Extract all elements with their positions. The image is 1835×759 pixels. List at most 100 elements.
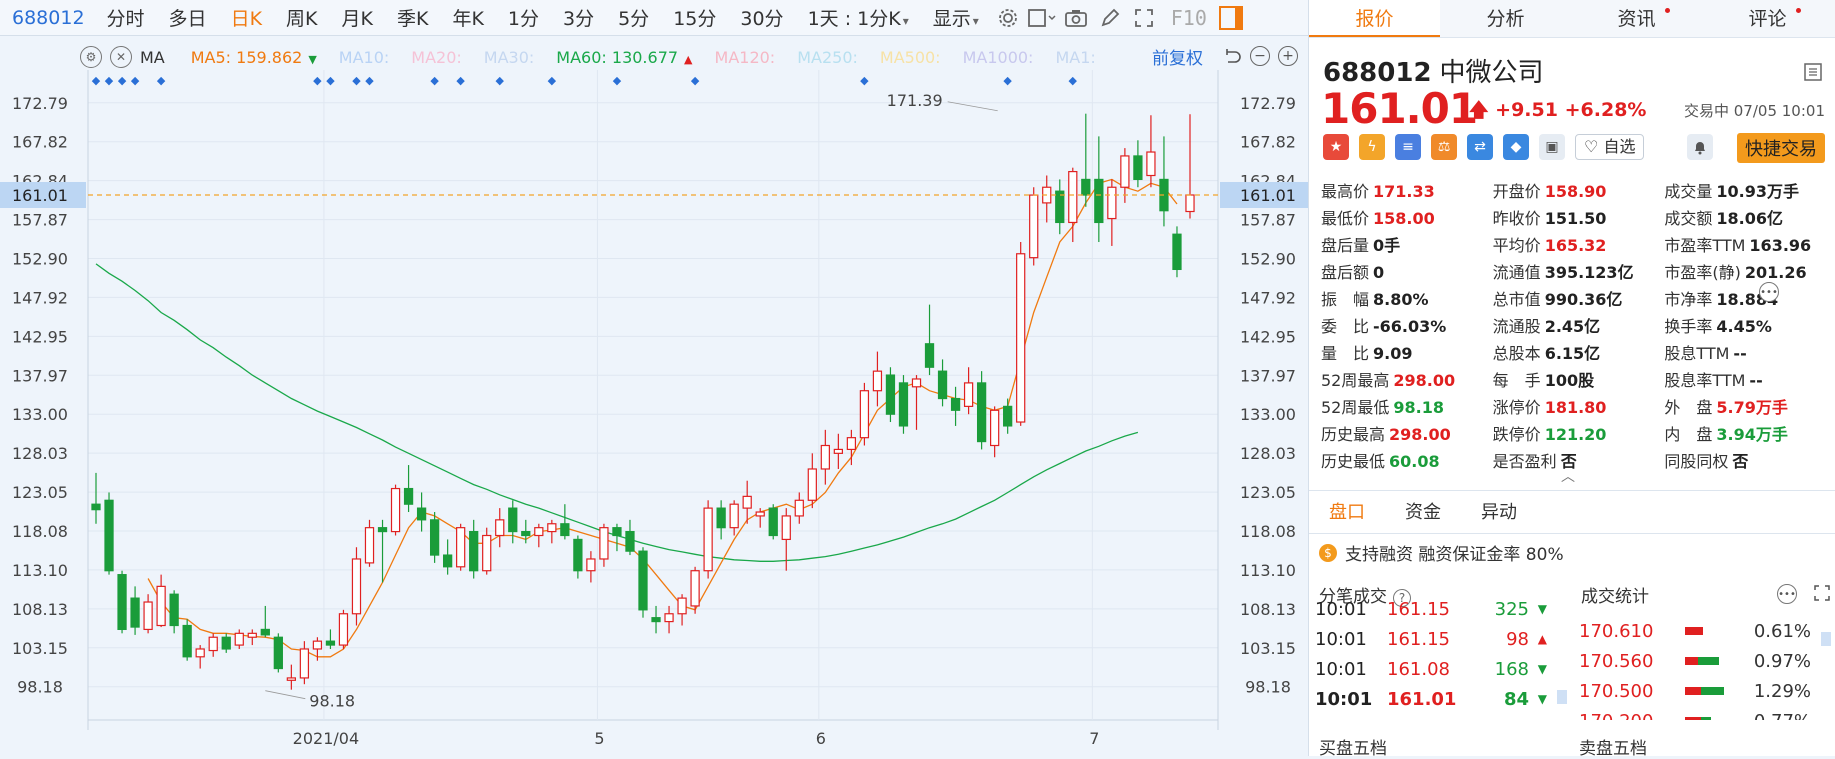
ma-legend-label: MA120: — [714, 47, 776, 67]
period-tab-8[interactable]: 3分 — [551, 4, 606, 31]
stats-scrollbar[interactable] — [1821, 632, 1831, 646]
quote-value: 151.50 — [1544, 208, 1607, 228]
quote-label: 同股同权 — [1664, 451, 1729, 471]
ma-legend-item-5: MA120: — [715, 48, 776, 67]
panel-tab-3[interactable]: 评论 — [1702, 0, 1833, 37]
candle-body — [1003, 405, 1013, 427]
candle-body — [143, 601, 153, 631]
collapse-chevron-icon[interactable]: ︿ — [1561, 466, 1575, 486]
quote-value: 298.00 — [1389, 424, 1451, 444]
candle-body — [429, 519, 440, 556]
period-tab-5[interactable]: 季K — [385, 4, 440, 31]
period-tab-7[interactable]: 1分 — [496, 4, 551, 31]
period-tab-2[interactable]: 日K — [219, 4, 274, 31]
period-tab-0[interactable]: 分时 — [95, 4, 157, 31]
zoom-in-icon[interactable]: + — [1278, 46, 1298, 66]
tick-scrollbar[interactable] — [1557, 690, 1567, 704]
more-options-icon[interactable]: ••• — [1777, 584, 1797, 604]
period-tab-6[interactable]: 年K — [440, 4, 495, 31]
display-menu[interactable]: 显示 ▾ — [921, 4, 991, 31]
quote-cell: 盘后额 0 — [1321, 259, 1493, 283]
period-tab-9[interactable]: 5分 — [606, 4, 661, 31]
current-price-label-right: 161.01 — [1240, 186, 1296, 205]
panel-tab-0[interactable]: 报价 — [1309, 0, 1440, 37]
china-flag-icon[interactable]: ★ — [1323, 134, 1349, 160]
database-icon[interactable]: ≡ — [1395, 134, 1421, 160]
settings-icon[interactable]: ⚙ — [80, 46, 102, 68]
expand-icon[interactable] — [1813, 584, 1831, 606]
add-watchlist-button[interactable]: ♡ 自选 — [1575, 134, 1645, 160]
f10-button[interactable]: F10 — [1171, 6, 1207, 30]
period-tab-10[interactable]: 15分 — [661, 4, 728, 31]
quote-grid: 最高价 171.33 开盘价 158.90 成交量 10.93万手 最低价 158.00 昨收价… — [1321, 176, 1835, 473]
candle-body — [182, 624, 192, 658]
stat-percent: 0.61% — [1753, 620, 1811, 642]
kline-chart[interactable]: ◆ ◆ ◆ ◆ ◆ ◆ ◆ ◆ ◆ ◆ ◆ ◆ ◆ ◆ ◆ ◆ ◆ ◆ 172.79 172.79 167.82 167.… — [0, 70, 1308, 756]
shuffle-icon[interactable]: ⇄ — [1467, 134, 1493, 160]
fullscreen-icon[interactable] — [1129, 3, 1159, 33]
quote-label: 52周最高 — [1321, 370, 1390, 390]
panel-tab-2[interactable]: 资讯 — [1571, 0, 1702, 37]
quote-cell: 开盘价 158.90 — [1493, 178, 1665, 202]
tick-list[interactable]: 10:01 161.15 325 ▼ 10:01 161.15 98 ▲ 10:01 161.08… — [1315, 594, 1547, 709]
event-marker: ◆ — [1069, 74, 1078, 87]
ma-legend-label: MA5: 159.862 — [190, 47, 303, 67]
event-marker: ◆ — [496, 74, 505, 87]
candle-body — [364, 527, 375, 564]
period-tab-4[interactable]: 月K — [330, 4, 385, 31]
section-tab-1[interactable]: 资金 — [1385, 491, 1461, 533]
quote-label: 量 比 — [1321, 343, 1370, 363]
panel-toggle-icon[interactable] — [1218, 5, 1243, 30]
undo-icon[interactable] — [1222, 46, 1242, 66]
tick-time: 10:01 — [1315, 628, 1367, 650]
bell-icon[interactable] — [1687, 134, 1713, 160]
candle-body — [469, 530, 479, 572]
quote-row: 量 比 9.09 总股本 6.15亿 股息TTM -- — [1321, 338, 1835, 365]
stock-code-label[interactable]: 688012 — [0, 7, 95, 29]
candle-body — [286, 677, 296, 681]
camera-icon[interactable] — [1061, 3, 1091, 33]
y-tick-label-left: 137.97 — [12, 366, 68, 385]
quote-value: 395.123亿 — [1544, 262, 1634, 282]
period-tab-3[interactable]: 周K — [274, 4, 329, 31]
lightning-icon[interactable]: ϟ — [1359, 134, 1385, 160]
section-tab-2[interactable]: 异动 — [1461, 491, 1537, 533]
y-tick-label-left: 152.90 — [12, 249, 68, 268]
tag-icon[interactable]: ◆ — [1503, 134, 1529, 160]
more-icon[interactable]: ••• — [1759, 282, 1779, 302]
list-icon[interactable] — [1803, 62, 1823, 86]
candle-body — [130, 597, 140, 628]
panel-tab-1[interactable]: 分析 — [1440, 0, 1571, 37]
candle-body — [1185, 194, 1195, 213]
event-marker: ◆ — [326, 74, 335, 87]
quote-cell: 市盈率TTM 163.96 — [1664, 232, 1835, 256]
ma-type-select[interactable]: MA — [140, 48, 165, 67]
square-shape-icon[interactable] — [1027, 3, 1057, 33]
y-tick-label-left: 103.15 — [12, 639, 68, 658]
interval-select[interactable]: 1天 : 1分K ▾ — [796, 4, 921, 31]
sell-five-header: 卖盘五档 — [1579, 739, 1647, 759]
period-tab-1[interactable]: 多日 — [157, 4, 219, 31]
balance-icon[interactable]: ⚖ — [1431, 134, 1457, 160]
pencil-icon[interactable] — [1095, 3, 1125, 33]
candle-body — [1068, 170, 1078, 224]
down-triangle-icon: ▼ — [308, 52, 317, 66]
event-marker: ◆ — [1003, 74, 1012, 87]
close-icon[interactable]: ✕ — [110, 46, 132, 68]
fast-trade-button[interactable]: 快捷交易 — [1737, 133, 1825, 163]
y-tick-label-left: 118.08 — [12, 522, 68, 541]
candle-body — [677, 597, 687, 615]
trade-stats-list[interactable]: 170.6100.61%170.5600.97%170.5001.29%170.… — [1579, 616, 1829, 720]
zoom-out-icon[interactable]: − — [1250, 46, 1270, 66]
y-tick-label-left: 123.05 — [12, 483, 68, 502]
period-tab-11[interactable]: 30分 — [728, 4, 795, 31]
bookmark-icon[interactable]: ▣ — [1539, 134, 1565, 160]
quote-value: 4.45% — [1716, 316, 1772, 336]
adjust-mode-button[interactable]: 前复权 — [1152, 44, 1203, 69]
gear-icon[interactable] — [993, 3, 1023, 33]
tick-price: 161.15 — [1387, 598, 1450, 620]
candle-body — [521, 530, 531, 537]
quote-value: -- — [1749, 370, 1763, 390]
section-tab-0[interactable]: 盘口 — [1309, 491, 1385, 533]
candle-body — [403, 487, 414, 505]
